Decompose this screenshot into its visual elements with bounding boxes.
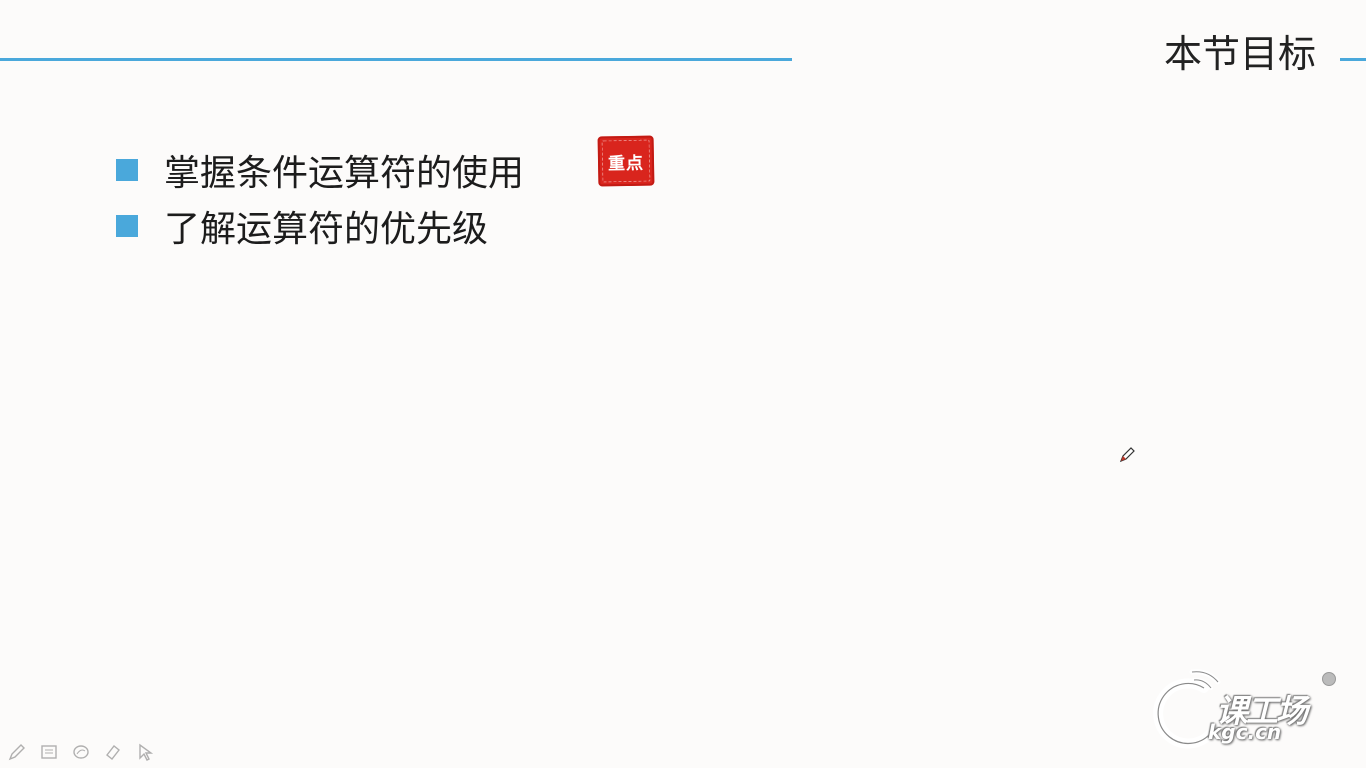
bullet-square (116, 159, 138, 181)
objective-text: 掌握条件运算符的使用 (164, 153, 525, 194)
pen-icon[interactable] (4, 740, 30, 764)
kgc-logo: 课工场 kgc.cn (1146, 660, 1346, 756)
ink-icon[interactable] (68, 740, 94, 764)
registered-mark-icon (1322, 672, 1336, 686)
objective-item: 掌握条件运算符的使用 (116, 142, 524, 198)
objectives-list: 掌握条件运算符的使用 了解运算符的优先级 (116, 142, 524, 254)
logo-domain: kgc.cn (1208, 720, 1282, 744)
key-point-stamp: 重点 (597, 135, 655, 187)
objective-item: 了解运算符的优先级 (116, 198, 524, 254)
header-rule-left (0, 58, 792, 61)
slides-icon[interactable] (36, 740, 62, 764)
slide-title: 本节目标 (1163, 32, 1316, 76)
bullet-square (116, 215, 138, 237)
presentation-toolbar (4, 740, 158, 764)
objective-text: 了解运算符的优先级 (164, 209, 489, 250)
eraser-icon[interactable] (100, 740, 126, 764)
slide: 本节目标 掌握条件运算符的使用 了解运算符的优先级 重点 课工场 kgc.cn (0, 0, 1366, 768)
pen-cursor-icon (1119, 447, 1135, 463)
header-rule-right (1340, 58, 1366, 61)
pointer-icon[interactable] (132, 740, 158, 764)
key-point-label: 重点 (607, 153, 645, 174)
